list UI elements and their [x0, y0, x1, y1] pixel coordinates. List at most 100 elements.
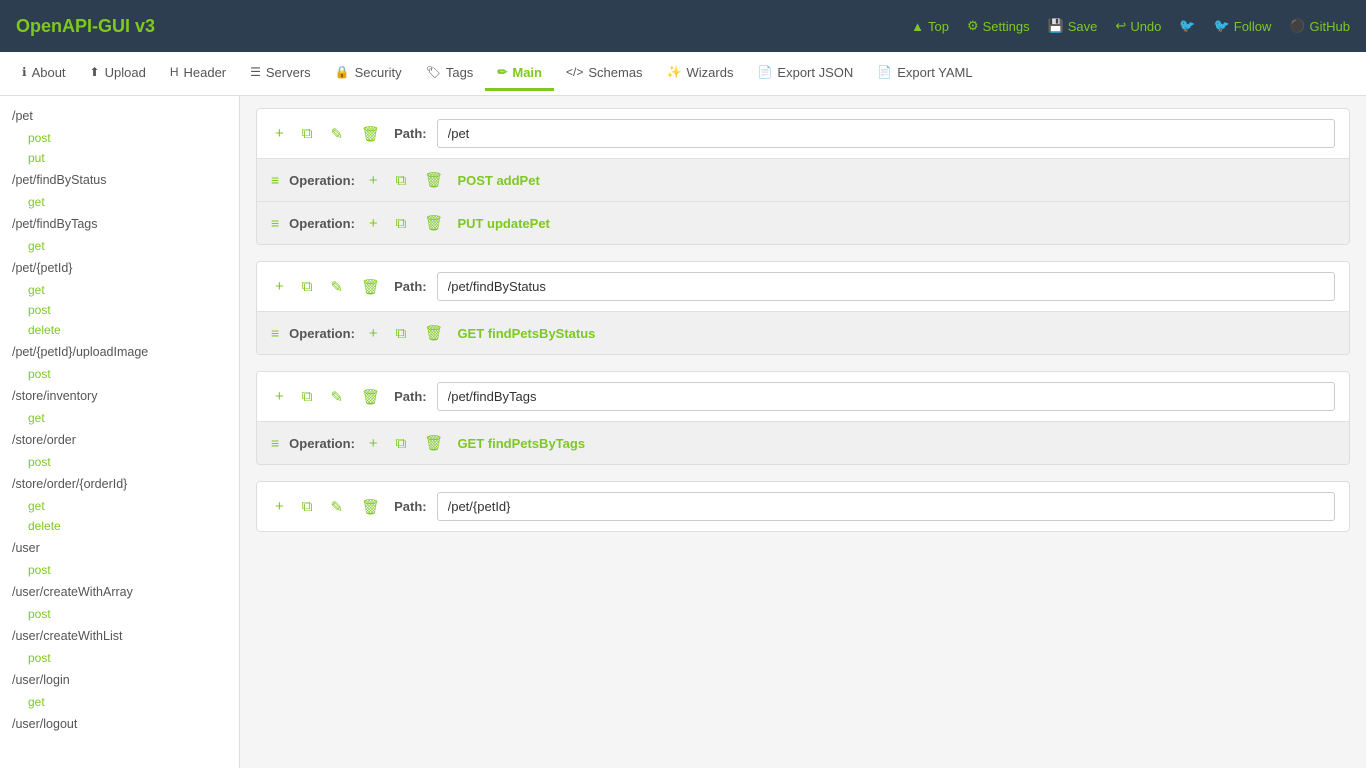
edit-path-btn-partial[interactable]: ✎ — [326, 496, 347, 518]
delete-path-btn-pet[interactable]: 🗑 — [357, 123, 384, 145]
settings-icon: ⚙ — [967, 18, 979, 34]
edit-path-btn-pet[interactable]: ✎ — [326, 123, 347, 145]
sidebar-method-orderId-delete[interactable]: delete — [0, 516, 239, 536]
operation-label-addPet: Operation: — [289, 173, 355, 188]
sidebar-method-pet-post[interactable]: post — [0, 128, 239, 148]
top-link[interactable]: ▲ Top — [911, 19, 949, 34]
path-input-partial[interactable] — [437, 492, 1335, 521]
delete-op-btn-updatePet[interactable]: 🗑 — [420, 212, 447, 234]
sidebar-method-findByStatus-get[interactable]: get — [0, 192, 239, 212]
sidebar-path-orderId[interactable]: /store/order/{orderId} — [0, 472, 239, 496]
add-op-btn-findPetsByStatus[interactable]: + — [365, 323, 382, 344]
add-path-btn-findByStatus[interactable]: + — [271, 276, 288, 297]
delete-op-btn-addPet[interactable]: 🗑 — [420, 169, 447, 191]
operation-method-updatePet[interactable]: PUT updatePet — [457, 216, 549, 231]
nav-export-json[interactable]: 📄 Export JSON — [745, 57, 865, 91]
sidebar-path-login[interactable]: /user/login — [0, 668, 239, 692]
operation-label-updatePet: Operation: — [289, 216, 355, 231]
delete-path-btn-partial[interactable]: 🗑 — [357, 496, 384, 518]
delete-op-btn-findPetsByTags[interactable]: 🗑 — [420, 432, 447, 454]
sidebar-path-order[interactable]: /store/order — [0, 428, 239, 452]
sidebar-path-uploadImage[interactable]: /pet/{petId}/uploadImage — [0, 340, 239, 364]
follow-link[interactable]: 🐦 Follow — [1214, 18, 1272, 34]
upload-icon: ⬆ — [90, 65, 100, 79]
sidebar-method-createWithArray-post[interactable]: post — [0, 604, 239, 624]
delete-path-btn-findByStatus[interactable]: 🗑 — [357, 276, 384, 298]
add-path-btn-partial[interactable]: + — [271, 496, 288, 517]
about-icon: ℹ — [22, 65, 27, 79]
operation-method-findPetsByStatus[interactable]: GET findPetsByStatus — [457, 326, 595, 341]
sidebar-method-petId-delete[interactable]: delete — [0, 320, 239, 340]
sidebar-path-createWithList[interactable]: /user/createWithList — [0, 624, 239, 648]
add-op-btn-addPet[interactable]: + — [365, 170, 382, 191]
sidebar-method-petId-post[interactable]: post — [0, 300, 239, 320]
sidebar-path-inventory[interactable]: /store/inventory — [0, 384, 239, 408]
sidebar-method-user-post[interactable]: post — [0, 560, 239, 580]
hamburger-icon-addPet: ≡ — [271, 172, 279, 188]
github-link[interactable]: ⚫ GitHub — [1289, 18, 1350, 34]
sidebar-method-createWithList-post[interactable]: post — [0, 648, 239, 668]
sidebar-path-findByTags[interactable]: /pet/findByTags — [0, 212, 239, 236]
path-input-pet[interactable] — [437, 119, 1335, 148]
edit-path-btn-findByTags[interactable]: ✎ — [326, 386, 347, 408]
sidebar-method-petId-get[interactable]: get — [0, 280, 239, 300]
sidebar-path-logout[interactable]: /user/logout — [0, 712, 239, 736]
topbar: OpenAPI-GUI v3 ▲ Top ⚙ Settings 💾 Save ↩… — [0, 0, 1366, 52]
operation-method-addPet[interactable]: POST addPet — [457, 173, 539, 188]
add-path-btn-pet[interactable]: + — [271, 123, 288, 144]
sidebar-path-user[interactable]: /user — [0, 536, 239, 560]
nav-header[interactable]: H Header — [158, 57, 238, 91]
copy-op-btn-findPetsByTags[interactable]: ⧉ — [392, 433, 411, 454]
copy-path-btn-findByStatus[interactable]: ⧉ — [298, 276, 317, 297]
copy-path-btn-pet[interactable]: ⧉ — [298, 123, 317, 144]
twitter-link[interactable]: 🐦 — [1179, 18, 1195, 34]
save-icon: 💾 — [1048, 18, 1064, 34]
navbar: ℹ About ⬆ Upload H Header ☰ Servers 🔒 Se… — [0, 52, 1366, 96]
add-op-btn-findPetsByTags[interactable]: + — [365, 433, 382, 454]
topbar-actions: ▲ Top ⚙ Settings 💾 Save ↩ Undo 🐦 🐦 Follo… — [911, 18, 1350, 34]
sidebar-method-uploadImage-post[interactable]: post — [0, 364, 239, 384]
operation-row-findPetsByTags: ≡ Operation: + ⧉ 🗑 GET findPetsByTags — [257, 421, 1349, 464]
operation-method-findPetsByTags[interactable]: GET findPetsByTags — [457, 436, 585, 451]
github-icon: ⚫ — [1289, 18, 1305, 34]
nav-about[interactable]: ℹ About — [10, 57, 78, 91]
sidebar-path-createWithArray[interactable]: /user/createWithArray — [0, 580, 239, 604]
sidebar-method-findByTags-get[interactable]: get — [0, 236, 239, 256]
sidebar-path-pet[interactable]: /pet — [0, 104, 239, 128]
nav-main[interactable]: ✏ Main — [485, 57, 554, 91]
nav-upload[interactable]: ⬆ Upload — [78, 57, 158, 91]
sidebar-path-petId[interactable]: /pet/{petId} — [0, 256, 239, 280]
nav-wizards[interactable]: ✨ Wizards — [655, 57, 746, 91]
sidebar-method-orderId-get[interactable]: get — [0, 496, 239, 516]
sidebar-method-inventory-get[interactable]: get — [0, 408, 239, 428]
copy-op-btn-findPetsByStatus[interactable]: ⧉ — [392, 323, 411, 344]
nav-tags[interactable]: 🏷 Tags — [414, 57, 486, 91]
edit-path-btn-findByStatus[interactable]: ✎ — [326, 276, 347, 298]
add-path-btn-findByTags[interactable]: + — [271, 386, 288, 407]
nav-security[interactable]: 🔒 Security — [323, 57, 414, 91]
copy-op-btn-addPet[interactable]: ⧉ — [392, 170, 411, 191]
delete-path-btn-findByTags[interactable]: 🗑 — [357, 386, 384, 408]
sidebar-method-login-get[interactable]: get — [0, 692, 239, 712]
security-icon: 🔒 — [335, 65, 350, 79]
path-input-findByTags[interactable] — [437, 382, 1335, 411]
path-block-partial: + ⧉ ✎ 🗑 Path: — [256, 481, 1350, 532]
nav-export-yaml[interactable]: 📄 Export YAML — [865, 57, 984, 91]
delete-op-btn-findPetsByStatus[interactable]: 🗑 — [420, 322, 447, 344]
nav-schemas[interactable]: </> Schemas — [554, 57, 655, 91]
sidebar-method-pet-put[interactable]: put — [0, 148, 239, 168]
add-op-btn-updatePet[interactable]: + — [365, 213, 382, 234]
save-link[interactable]: 💾 Save — [1048, 18, 1098, 34]
schemas-icon: </> — [566, 65, 583, 79]
path-block-pet: + ⧉ ✎ 🗑 Path: ≡ Operation: + ⧉ 🗑 POST ad… — [256, 108, 1350, 245]
nav-servers[interactable]: ☰ Servers — [238, 57, 323, 91]
copy-path-btn-findByTags[interactable]: ⧉ — [298, 386, 317, 407]
settings-link[interactable]: ⚙ Settings — [967, 18, 1030, 34]
undo-link[interactable]: ↩ Undo — [1115, 18, 1161, 34]
sidebar-path-findByStatus[interactable]: /pet/findByStatus — [0, 168, 239, 192]
copy-path-btn-partial[interactable]: ⧉ — [298, 496, 317, 517]
path-input-findByStatus[interactable] — [437, 272, 1335, 301]
copy-op-btn-updatePet[interactable]: ⧉ — [392, 213, 411, 234]
path-label-findByTags: Path: — [394, 389, 427, 404]
sidebar-method-order-post[interactable]: post — [0, 452, 239, 472]
